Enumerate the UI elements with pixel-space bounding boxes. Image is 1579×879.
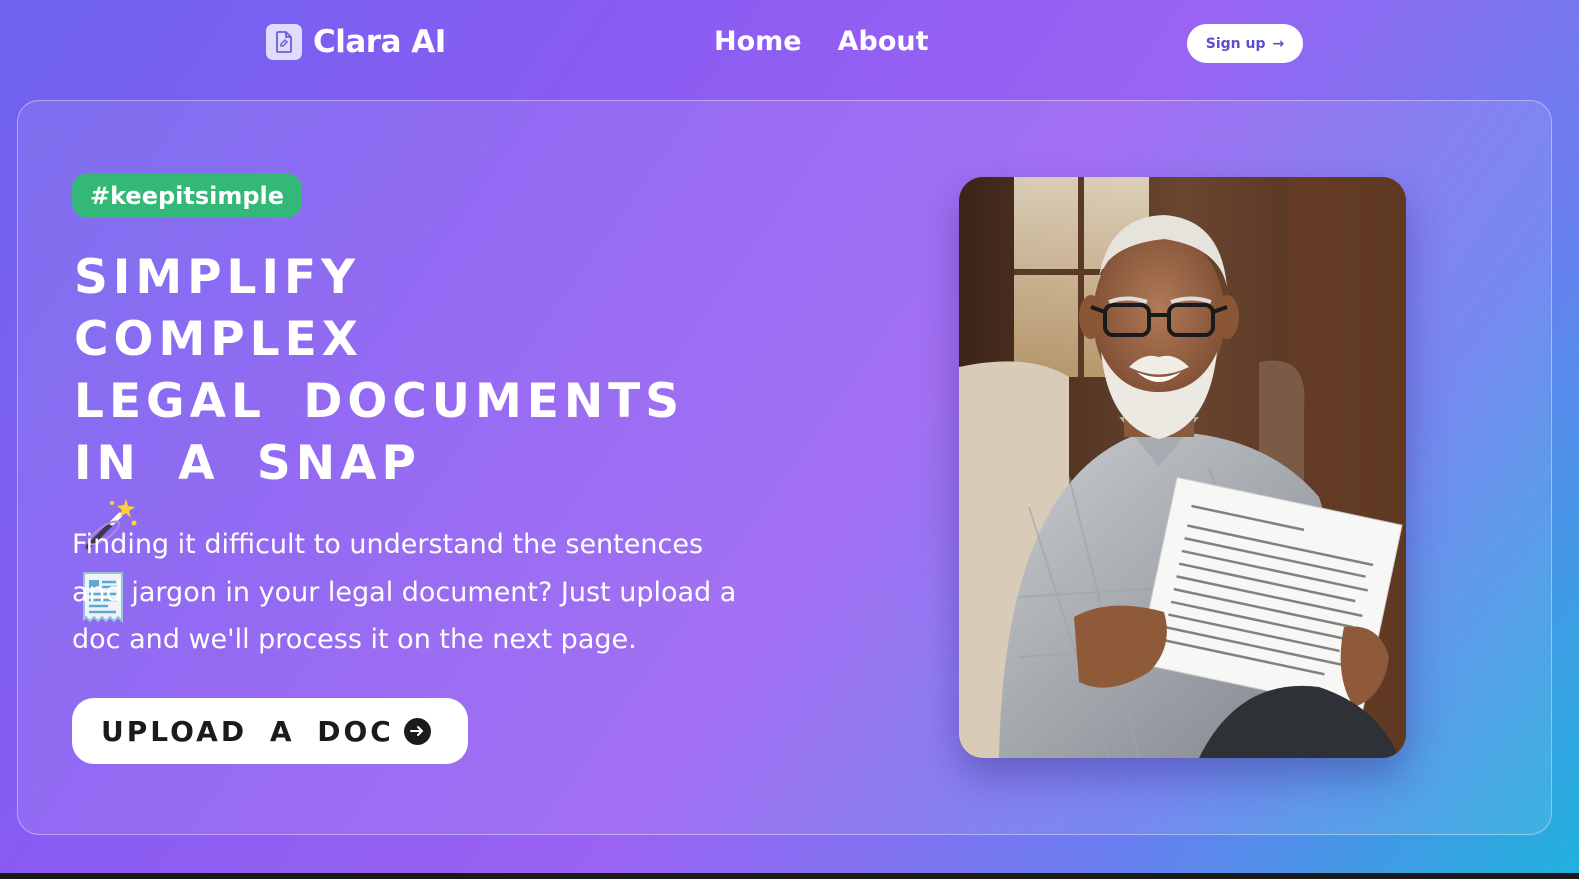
headline-line-3: LEGAL DOCUMENTS xyxy=(74,374,685,429)
upload-doc-button[interactable]: UPLOAD A DOC xyxy=(72,698,468,764)
upload-doc-label: UPLOAD A DOC xyxy=(101,714,394,748)
man-reading-document-illustration xyxy=(959,177,1406,758)
document-icon xyxy=(266,24,302,60)
headline-line-4-text: IN A SNAP xyxy=(74,436,421,491)
nav-links: Home About xyxy=(714,26,929,57)
nav-link-home[interactable]: Home xyxy=(714,26,802,57)
nav-link-about[interactable]: About xyxy=(838,26,929,57)
brand-name: Clara AI xyxy=(313,24,446,60)
top-navigation: Clara AI Home About Sign up → xyxy=(0,0,1579,88)
brand-logo[interactable]: Clara AI xyxy=(266,24,446,60)
sign-up-label: Sign up xyxy=(1205,35,1266,52)
hero-description: Finding it difficult to understand the s… xyxy=(72,529,737,655)
hero-photo xyxy=(959,177,1406,758)
sign-up-button[interactable]: Sign up → xyxy=(1187,24,1303,63)
arrow-right-icon: → xyxy=(1272,35,1285,52)
hashtag-badge: #keepitsimple xyxy=(72,173,303,218)
hero-card: #keepitsimple SIMPLIFY COMPLEX LEGAL DOC… xyxy=(17,100,1552,835)
arrow-right-circle-icon xyxy=(403,717,431,745)
headline-line-1: SIMPLIFY xyxy=(74,250,361,305)
headline-line-2: COMPLEX xyxy=(74,312,363,367)
